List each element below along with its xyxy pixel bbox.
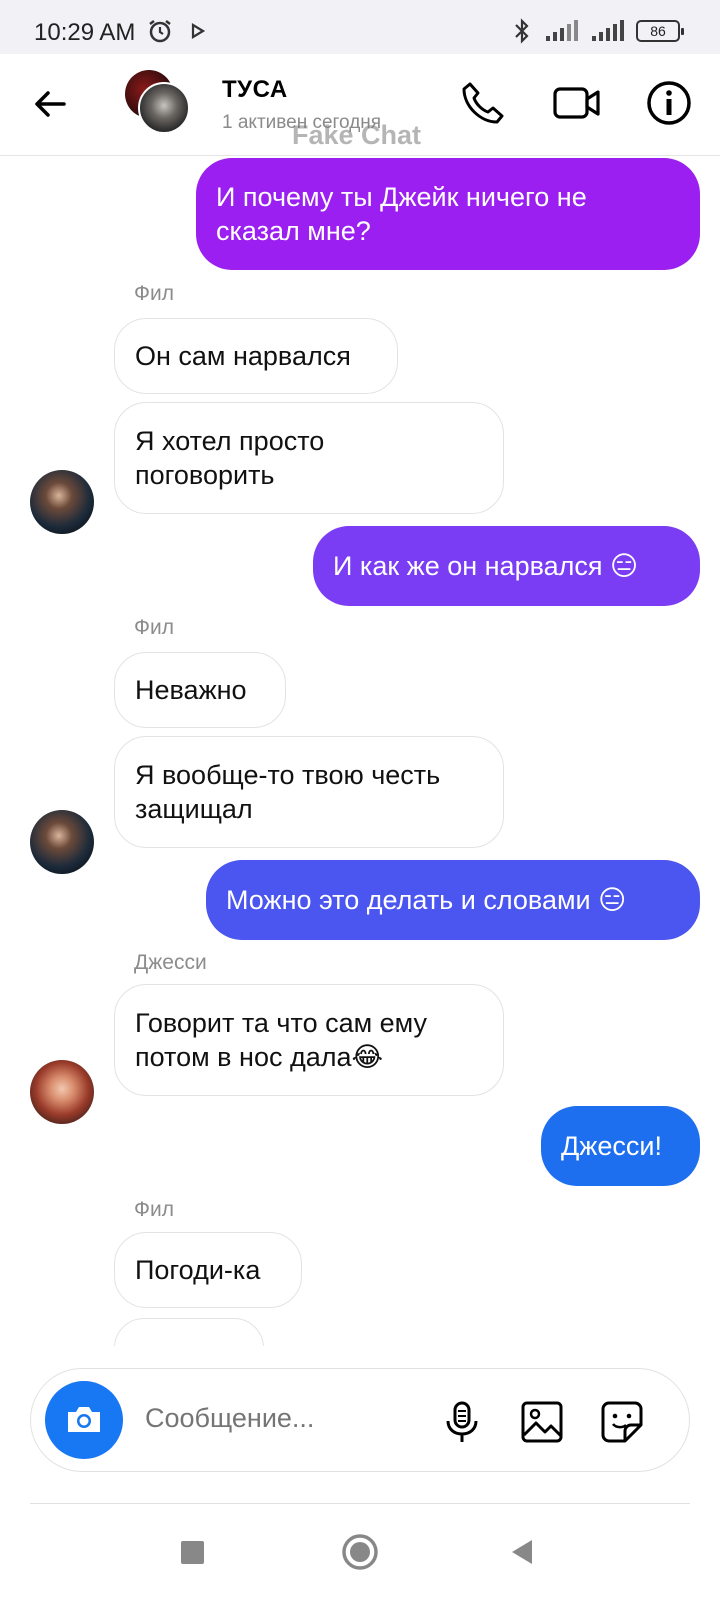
message-input[interactable] bbox=[145, 1403, 425, 1434]
microphone-icon[interactable] bbox=[439, 1399, 485, 1445]
system-nav-bar bbox=[0, 1504, 720, 1600]
chat-title[interactable]: ТУСА bbox=[222, 76, 288, 104]
play-icon bbox=[191, 23, 206, 39]
camera-icon bbox=[68, 1407, 100, 1432]
incoming-message[interactable]: Неважно bbox=[114, 652, 286, 728]
home-icon[interactable] bbox=[340, 1532, 380, 1572]
sticker-icon[interactable] bbox=[599, 1399, 645, 1445]
bluetooth-icon bbox=[515, 18, 529, 44]
sender-name: Фил bbox=[134, 282, 174, 305]
message-list[interactable]: И почему ты Джейк ничего не сказал мне? … bbox=[0, 156, 720, 1346]
video-call-icon[interactable] bbox=[552, 78, 602, 128]
outgoing-message[interactable]: И почему ты Джейк ничего не сказал мне? bbox=[196, 158, 700, 270]
camera-button[interactable] bbox=[45, 1381, 123, 1459]
sender-name: Джесси bbox=[134, 951, 207, 974]
incoming-message[interactable]: Я хотел просто поговорить bbox=[114, 402, 504, 514]
incoming-message[interactable]: Погоди-ка bbox=[114, 1232, 302, 1308]
group-avatar[interactable] bbox=[125, 70, 195, 140]
status-time: 10:29 AM bbox=[34, 19, 136, 46]
chat-header: ТУСА 1 активен сегодня Fake Chat bbox=[0, 54, 720, 156]
outgoing-message[interactable]: И как же он нарвался 😑 bbox=[313, 526, 700, 606]
watermark: Fake Chat bbox=[292, 120, 422, 150]
avatar[interactable] bbox=[30, 1060, 94, 1124]
alarm-icon bbox=[149, 20, 171, 43]
status-icons-left bbox=[147, 18, 207, 44]
status-bar: 10:29 AM 86 bbox=[0, 0, 720, 54]
incoming-message[interactable] bbox=[114, 1318, 264, 1346]
status-icons-right: 86 bbox=[512, 18, 684, 44]
back-arrow-icon[interactable] bbox=[30, 84, 70, 124]
sender-name: Фил bbox=[134, 1198, 174, 1221]
outgoing-message[interactable]: Можно это делать и словами 😑 bbox=[206, 860, 700, 940]
signal-icon bbox=[592, 20, 624, 41]
info-icon[interactable] bbox=[644, 78, 694, 128]
avatar bbox=[138, 82, 190, 134]
avatar[interactable] bbox=[30, 470, 94, 534]
sender-name: Фил bbox=[134, 616, 174, 639]
incoming-message[interactable]: Говорит та что сам ему потом в нос дала😂 bbox=[114, 984, 504, 1096]
avatar[interactable] bbox=[30, 810, 94, 874]
battery-icon: 86 bbox=[636, 20, 684, 42]
signal-icon bbox=[546, 20, 578, 41]
recent-apps-icon[interactable] bbox=[172, 1532, 212, 1572]
outgoing-message[interactable]: Джесси! bbox=[541, 1106, 700, 1186]
incoming-message[interactable]: Он сам нарвался bbox=[114, 318, 398, 394]
gallery-icon[interactable] bbox=[519, 1399, 565, 1445]
phone-icon[interactable] bbox=[458, 78, 508, 128]
back-nav-icon[interactable] bbox=[502, 1532, 542, 1572]
incoming-message[interactable]: Я вообще-то твою честь защищал bbox=[114, 736, 504, 848]
message-composer bbox=[30, 1368, 690, 1472]
